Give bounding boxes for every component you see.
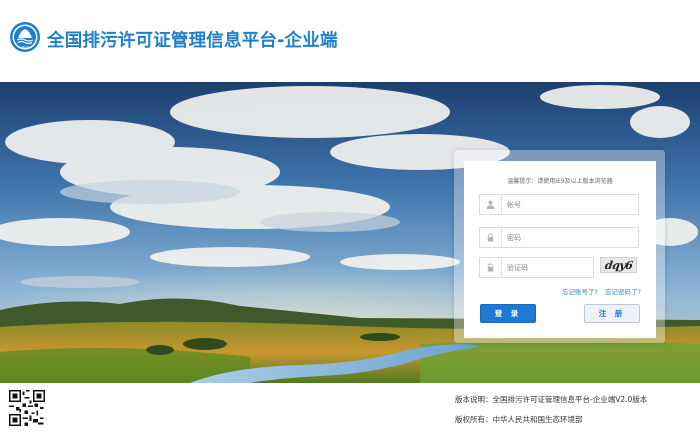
header: MEE 全国排污许可证管理信息平台-企业端 [0, 0, 700, 82]
version-info: 版本说明：全国排污许可证管理信息平台-企业端V2.0版本 [455, 395, 648, 404]
login-form: 温馨提示：请使用IE9及以上版本浏览器 dqy6 忘记账号了? 忘记密码了? 登… [464, 161, 656, 338]
site-title: 全国排污许可证管理信息平台-企业端 [47, 31, 338, 51]
captcha-code: dqy6 [603, 258, 634, 272]
register-button[interactable]: 注 册 [584, 304, 640, 323]
browser-notice: 温馨提示：请使用IE9及以上版本浏览器 [507, 178, 613, 185]
captcha-input[interactable] [507, 260, 592, 275]
ministry-logo: MEE [10, 22, 40, 52]
forgot-account-link[interactable]: 忘记账号了? [562, 286, 598, 296]
forgot-password-link[interactable]: 忘记密码了? [605, 286, 641, 296]
password-field[interactable] [479, 227, 639, 248]
captcha-field[interactable] [479, 257, 594, 278]
captcha-image[interactable]: dqy6 [600, 257, 637, 273]
copyright-info: 版权所有：中华人民共和国生态环境部 [455, 415, 583, 424]
password-input[interactable] [507, 230, 632, 245]
account-input[interactable] [507, 197, 632, 212]
lock-icon [480, 228, 502, 247]
svg-text:MEE: MEE [21, 46, 29, 50]
lock-icon [480, 258, 502, 277]
qr-code-icon [9, 390, 45, 426]
user-icon [480, 195, 502, 214]
account-field[interactable] [479, 194, 639, 215]
login-button[interactable]: 登 录 [480, 304, 536, 323]
